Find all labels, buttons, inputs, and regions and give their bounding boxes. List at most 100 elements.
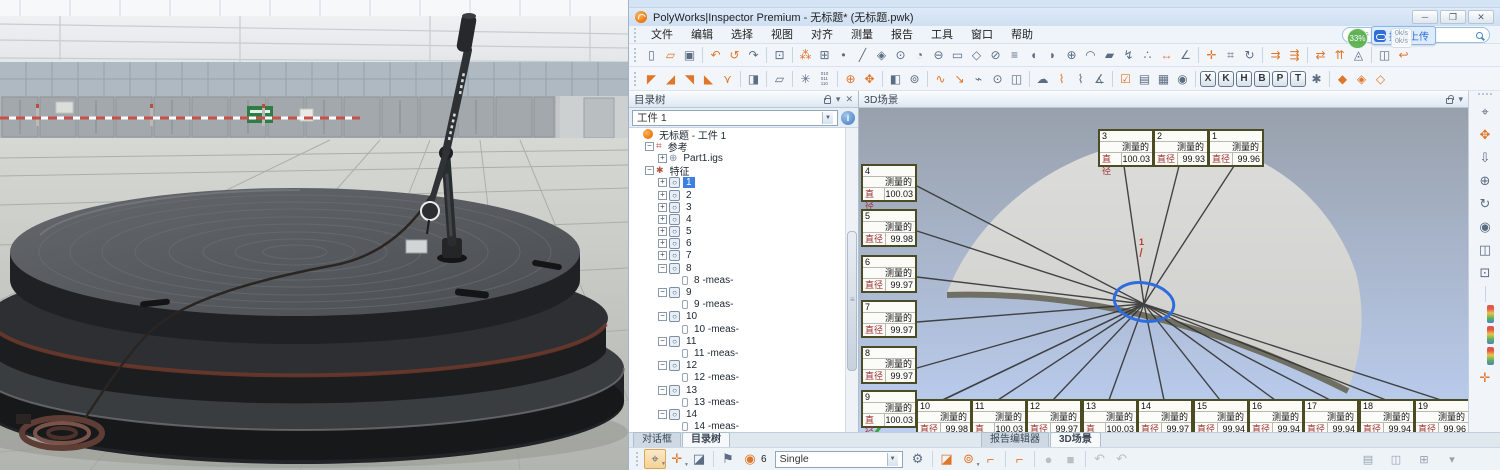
- gauge-icon[interactable]: ⌗: [1221, 46, 1240, 64]
- tree-scrollbar-thumb[interactable]: [847, 231, 857, 371]
- probe-a-icon[interactable]: ◆: [1333, 70, 1352, 88]
- probing-mode-select[interactable]: Single▼: [775, 451, 903, 468]
- workpiece-info-icon[interactable]: i: [841, 111, 855, 125]
- paint-probe-icon[interactable]: ✛▼: [666, 449, 688, 469]
- probe-surface-icon[interactable]: ◤: [642, 70, 661, 88]
- tree-expander[interactable]: +: [658, 191, 667, 200]
- tree-item-7[interactable]: +○7: [629, 250, 858, 262]
- tree-item-10[interactable]: −○10: [629, 311, 858, 323]
- measurement-callout-7[interactable]: 7测量的直径99.97: [861, 300, 917, 338]
- tree-item-特征[interactable]: −✱特征: [629, 165, 858, 177]
- measurement-callout-9[interactable]: 9测量的直径100.03: [861, 390, 917, 428]
- measurement-callout-11[interactable]: 11测量的直径100.03: [971, 399, 1027, 432]
- back-1-icon[interactable]: ↶: [1089, 449, 1111, 469]
- targets-icon[interactable]: ⊚▼: [958, 449, 980, 469]
- measurement-callout-6[interactable]: 6测量的直径99.97: [861, 255, 917, 293]
- record-scene-icon[interactable]: ◪: [936, 449, 958, 469]
- fit-screen-icon[interactable]: ⊡: [1474, 263, 1496, 283]
- color-cube-icon[interactable]: ◧: [886, 70, 905, 88]
- panel-tab-目录树[interactable]: 目录树: [682, 432, 730, 447]
- editor-tab-报告编辑器[interactable]: 报告编辑器: [981, 432, 1049, 447]
- colormap-icon[interactable]: [1487, 305, 1494, 323]
- probe-c-icon[interactable]: ◇: [1371, 70, 1390, 88]
- tree-item-14[interactable]: −○14: [629, 408, 858, 420]
- curves-icon[interactable]: ∿: [931, 70, 950, 88]
- measurement-callout-14[interactable]: 14测量的直径99.97: [1137, 399, 1193, 432]
- toolbar2-grip[interactable]: [634, 72, 638, 86]
- toolbar1-grip[interactable]: [634, 48, 638, 62]
- tree-expander[interactable]: −: [658, 288, 667, 297]
- key-button-H[interactable]: H: [1236, 71, 1252, 87]
- tree-expander[interactable]: −: [658, 337, 667, 346]
- alignment-icon[interactable]: ✛: [1202, 46, 1221, 64]
- undo-view-icon[interactable]: ↺: [725, 46, 744, 64]
- tree-item-5[interactable]: +○5: [629, 226, 858, 238]
- sphere-icon[interactable]: ⊕: [1062, 46, 1081, 64]
- menu-对齐[interactable]: 对齐: [802, 29, 842, 41]
- tree-expander[interactable]: −: [645, 166, 654, 175]
- measurement-callout-18[interactable]: 18测量的直径99.94: [1359, 399, 1415, 432]
- tree-item-1[interactable]: +○1: [629, 177, 858, 189]
- workpiece-select[interactable]: 工件 1 ▼: [632, 110, 838, 126]
- slot-icon[interactable]: ⊖: [929, 46, 948, 64]
- arc-icon[interactable]: ◔: [910, 46, 929, 64]
- tree-item-14--meas-[interactable]: +14 -meas-: [629, 421, 858, 433]
- flag-plan-icon[interactable]: ⚑: [717, 449, 739, 469]
- polygon-icon[interactable]: ◇: [967, 46, 986, 64]
- point-icon[interactable]: •: [834, 46, 853, 64]
- view-cube-icon[interactable]: ◫: [1474, 240, 1496, 260]
- tree-item-8--meas-[interactable]: +8 -meas-: [629, 274, 858, 286]
- axes-icon[interactable]: ✥: [860, 70, 879, 88]
- rotate-tool-icon[interactable]: ↻: [1240, 46, 1259, 64]
- device-gear-icon[interactable]: ⚙: [907, 449, 929, 469]
- angle-icon[interactable]: ∠: [1176, 46, 1195, 64]
- cylinder-icon[interactable]: ≡: [1005, 46, 1024, 64]
- view-toolbar-grip[interactable]: [1478, 93, 1492, 97]
- measure-burst-icon[interactable]: ✳: [796, 70, 815, 88]
- status-grid-icon[interactable]: ⊞: [1413, 449, 1435, 469]
- vector-icon[interactable]: ↘: [950, 70, 969, 88]
- checklist-icon[interactable]: ☑: [1116, 70, 1135, 88]
- probe-b-icon[interactable]: ◈: [1352, 70, 1371, 88]
- measurement-callout-19[interactable]: 19测量的直径99.96: [1414, 399, 1468, 432]
- status-report-icon[interactable]: ▤: [1357, 449, 1379, 469]
- tree-item-10--meas-[interactable]: +10 -meas-: [629, 323, 858, 335]
- distance-icon[interactable]: ↔: [1157, 46, 1176, 64]
- tree-item-8[interactable]: −○8: [629, 262, 858, 274]
- measurement-callout-16[interactable]: 16测量的直径99.94: [1248, 399, 1304, 432]
- tree-item-13--meas-[interactable]: +13 -meas-: [629, 396, 858, 408]
- tree-item-3[interactable]: +○3: [629, 201, 858, 213]
- stamp-flatten-icon[interactable]: ⇩: [1474, 148, 1496, 168]
- menu-报告[interactable]: 报告: [882, 29, 922, 41]
- measurement-callout-3[interactable]: 3测量的直径100.03: [1098, 129, 1154, 167]
- arm-2-icon[interactable]: ⌐: [1009, 449, 1031, 469]
- new-file-icon[interactable]: ▯: [642, 46, 661, 64]
- panel-menu-icon[interactable]: ▾: [836, 94, 841, 105]
- tree-expander[interactable]: −: [658, 312, 667, 321]
- digitize-icon[interactable]: ◪: [688, 449, 710, 469]
- report-snapshot-icon[interactable]: ▤: [1135, 70, 1154, 88]
- plane-icon[interactable]: ▰: [1100, 46, 1119, 64]
- tree-item-11[interactable]: −○11: [629, 335, 858, 347]
- tree-expander[interactable]: +: [658, 239, 667, 248]
- tree-expander[interactable]: +: [658, 251, 667, 260]
- menubar-grip[interactable]: [634, 28, 638, 42]
- tree-expander[interactable]: −: [658, 386, 667, 395]
- chevron-down-icon[interactable]: ▼: [822, 112, 833, 124]
- status-drop-icon[interactable]: ▾: [1441, 449, 1463, 469]
- stop-icon[interactable]: ■: [1060, 449, 1082, 469]
- search-icon[interactable]: [1476, 32, 1483, 39]
- panel-menu-icon[interactable]: ▾: [1458, 94, 1463, 105]
- options-icon[interactable]: ⊡: [770, 46, 789, 64]
- tree-item-2[interactable]: +○2: [629, 189, 858, 201]
- point-cloud-icon[interactable]: ∴: [1138, 46, 1157, 64]
- redo-icon[interactable]: ↷: [744, 46, 763, 64]
- probe-q2-icon[interactable]: ⌇: [1071, 70, 1090, 88]
- measurement-callout-12[interactable]: 12测量的直径99.97: [1026, 399, 1082, 432]
- triad-icon[interactable]: ⊕: [841, 70, 860, 88]
- sequence-icon[interactable]: ◉: [739, 449, 761, 469]
- menu-帮助[interactable]: 帮助: [1002, 29, 1042, 41]
- probe-plane-icon[interactable]: ◢: [661, 70, 680, 88]
- probe-pin-icon[interactable]: ◥: [680, 70, 699, 88]
- title-bar[interactable]: PolyWorks|Inspector Premium - 无标题* (无标题.…: [629, 8, 1500, 26]
